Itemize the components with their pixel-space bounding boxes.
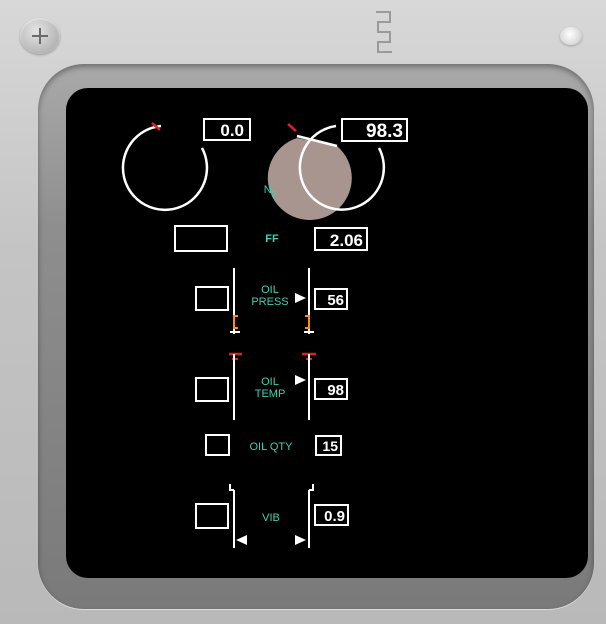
oil-press-left-caution bbox=[233, 315, 238, 329]
n1-right-redline bbox=[287, 123, 297, 132]
oil-temp-row: OIL TEMP 98 bbox=[195, 352, 348, 420]
oil-temp-right-pointer bbox=[295, 375, 306, 385]
oil-temp-left-box bbox=[195, 377, 229, 402]
knob-icon[interactable] bbox=[560, 27, 582, 45]
n1-right-fill bbox=[267, 138, 352, 221]
oil-press-right-value: 56 bbox=[327, 292, 344, 309]
n1-left-gauge: 0.0 bbox=[121, 118, 251, 212]
oil-press-label-2: PRESS bbox=[251, 296, 288, 308]
oil-temp-right-value: 98 bbox=[327, 382, 344, 399]
oil-press-left-box bbox=[195, 286, 229, 311]
n1-right-value: 98.3 bbox=[366, 121, 403, 142]
vib-row: VIB 0.9 bbox=[195, 484, 349, 548]
ff-right-value: 2.06 bbox=[330, 231, 363, 250]
ff-label: FF bbox=[265, 233, 279, 245]
vib-left-box bbox=[195, 503, 229, 529]
n1-left-value: 0.0 bbox=[220, 121, 244, 140]
vib-right-pointer bbox=[295, 535, 306, 545]
vib-right-value: 0.9 bbox=[324, 508, 345, 525]
engine-display-screen: 0.0 98.3 N2 FF 2.06 OIL PRESS 56 OIL TEM… bbox=[66, 88, 588, 578]
oil-qty-label: OIL QTY bbox=[250, 441, 294, 453]
oil-press-right-pointer bbox=[295, 293, 306, 303]
instrument-bezel: 0.0 98.3 N2 FF 2.06 OIL PRESS 56 OIL TEM… bbox=[0, 0, 606, 624]
oil-qty-right-value: 15 bbox=[322, 438, 338, 454]
ff-left-value-box bbox=[174, 225, 228, 252]
n1-right-gauge: 98.3 bbox=[267, 118, 408, 221]
oil-press-row: OIL PRESS 56 bbox=[195, 268, 348, 334]
vib-label: VIB bbox=[262, 512, 280, 524]
oil-press-right-caution bbox=[305, 315, 310, 329]
latch-icon bbox=[372, 10, 402, 60]
oil-qty-left-box bbox=[205, 434, 230, 456]
vib-left-pointer bbox=[236, 535, 247, 545]
screw-icon bbox=[20, 18, 60, 54]
oil-temp-label-1: OIL bbox=[261, 376, 279, 388]
oil-temp-label-2: TEMP bbox=[255, 388, 286, 400]
oil-press-label-1: OIL bbox=[261, 284, 279, 296]
